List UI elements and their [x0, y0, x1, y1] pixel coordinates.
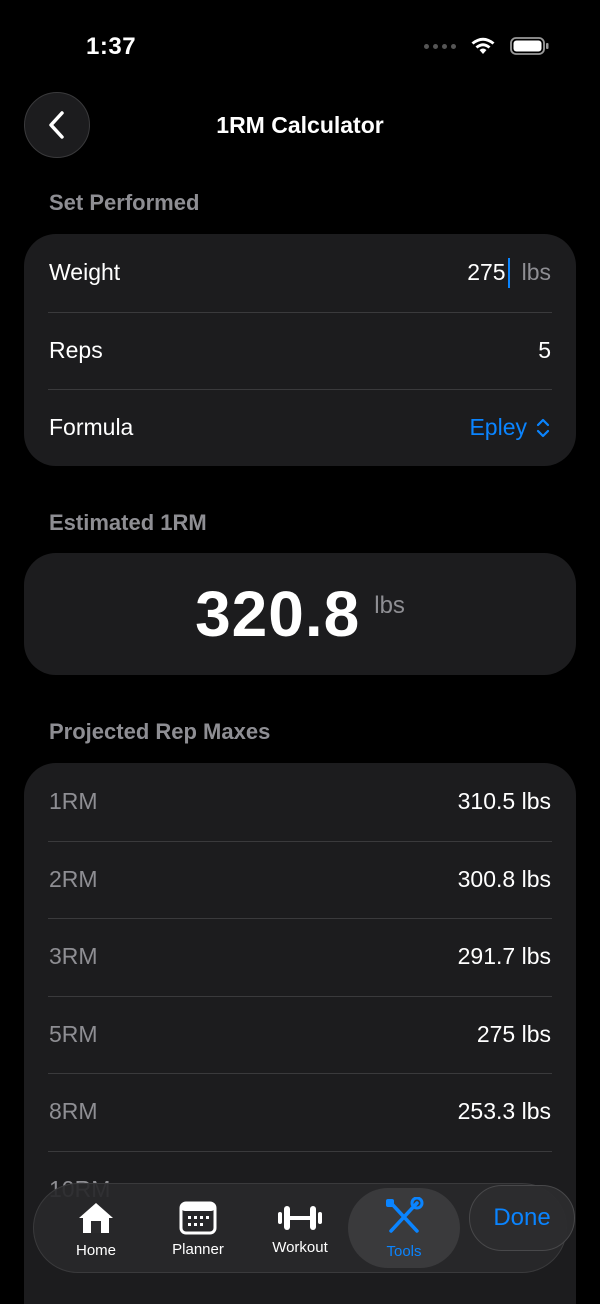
tab-workout[interactable]: Workout	[250, 1184, 350, 1274]
page-title: 1RM Calculator	[216, 112, 384, 138]
dumbbell-icon	[278, 1205, 322, 1230]
house-icon	[79, 1202, 113, 1233]
tab-label: Planner	[172, 1240, 224, 1258]
table-row: 3RM 291.7 lbs	[24, 918, 576, 996]
done-button[interactable]: Done	[469, 1185, 575, 1251]
signal-icon	[424, 43, 456, 49]
section-header-projected: Projected Rep Maxes	[49, 719, 271, 744]
nav-bar: 1RM Calculator	[0, 92, 600, 160]
weight-row[interactable]: Weight 275 lbs	[24, 234, 576, 312]
set-performed-card: Weight 275 lbs Reps 5 Formula Epley	[24, 234, 576, 466]
rep-max-value: 253.3 lbs	[457, 1098, 551, 1125]
estimate-value: 320.8	[195, 578, 361, 650]
estimate-unit: lbs	[374, 592, 405, 619]
formula-picker[interactable]: Epley	[469, 414, 551, 441]
reps-label: Reps	[49, 336, 103, 363]
weight-label: Weight	[49, 259, 121, 286]
formula-value: Epley	[469, 414, 527, 441]
formula-row[interactable]: Formula Epley	[24, 389, 576, 466]
table-row: 1RM 310.5 lbs	[24, 763, 576, 841]
rep-max-label: 1RM	[49, 788, 98, 815]
rep-max-label: 8RM	[49, 1098, 98, 1125]
estimate-card: 320.8 lbs	[24, 553, 576, 675]
tab-label: Home	[75, 1241, 116, 1259]
section-header-set-performed: Set Performed	[49, 190, 200, 215]
reps-field[interactable]: 5	[538, 337, 551, 364]
rep-max-value: 275 lbs	[476, 1020, 551, 1047]
rep-max-value: 310.5 lbs	[457, 788, 551, 815]
formula-label: Formula	[49, 414, 134, 441]
weight-value[interactable]: 275	[467, 259, 505, 286]
tab-label: Tools	[386, 1242, 422, 1260]
rep-max-label: 3RM	[49, 943, 98, 970]
status-time: 1:37	[86, 33, 137, 60]
tools-icon	[386, 1196, 424, 1233]
rep-max-label: 5RM	[49, 1020, 98, 1047]
status-bar: 1:37	[0, 0, 600, 96]
table-row: 2RM 300.8 lbs	[24, 840, 576, 919]
tab-planner[interactable]: Planner	[148, 1184, 248, 1274]
calendar-icon	[179, 1201, 217, 1234]
weight-unit: lbs	[521, 259, 551, 286]
weight-field[interactable]: 275 lbs	[467, 257, 551, 288]
rep-max-value: 291.7 lbs	[457, 943, 551, 970]
section-header-estimated: Estimated 1RM	[49, 510, 207, 535]
rep-max-value: 300.8 lbs	[457, 865, 551, 892]
tab-label: Workout	[272, 1238, 328, 1256]
tab-home[interactable]: Home	[46, 1184, 146, 1274]
table-row: 8RM 253.3 lbs	[24, 1073, 576, 1151]
text-cursor	[507, 257, 510, 288]
tab-tools[interactable]: Tools	[348, 1188, 460, 1268]
chevron-up-down-icon	[536, 418, 550, 437]
rep-max-label: 2RM	[49, 865, 98, 892]
table-row: 5RM 275 lbs	[24, 995, 576, 1074]
battery-icon	[510, 37, 549, 55]
wifi-icon	[471, 37, 495, 54]
status-icons	[424, 36, 550, 56]
reps-row[interactable]: Reps 5	[24, 311, 576, 390]
